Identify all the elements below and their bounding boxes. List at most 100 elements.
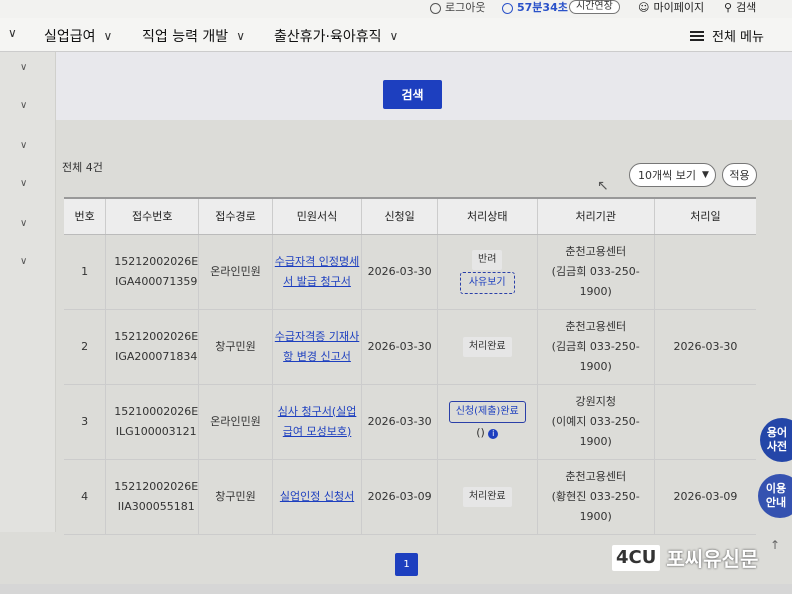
row-number: 1 <box>64 234 106 310</box>
col-header: 번호 <box>64 197 106 235</box>
top-search-link[interactable]: ⚲ 검색 <box>724 0 756 16</box>
org-name: 강원지청 <box>575 394 616 408</box>
apply-date: 2026-03-30 <box>361 384 438 460</box>
search-button[interactable]: 검색 <box>383 80 442 109</box>
clock-icon <box>502 2 513 14</box>
chevron-down-icon[interactable]: ∨ <box>20 218 27 229</box>
form-link-line[interactable]: 실업인정 신청서 <box>273 487 361 507</box>
status-cell: 처리완료 <box>436 459 537 535</box>
receipt-number: 15210002026E ILG100003121 <box>105 384 199 460</box>
page-size-select[interactable]: 10개씩 보기 ▼ <box>629 163 716 187</box>
form-link[interactable]: 심사 청구서(실업 급여 모성보호) <box>271 384 362 460</box>
org-contact: 1900) <box>579 359 612 373</box>
status-cell: 반려 사유보기 <box>436 234 537 310</box>
col-header: 민원서식 <box>271 197 362 235</box>
logout-link[interactable]: 로그아웃 <box>430 0 485 16</box>
row-number: 4 <box>64 459 106 535</box>
col-header: 처리상태 <box>436 197 537 235</box>
org-contact: (황현진 033-250- <box>551 489 640 503</box>
status-cell: 처리완료 <box>436 309 537 385</box>
mypage-link[interactable]: ☺ 마이페이지 <box>638 0 704 16</box>
pagination-page-current[interactable]: 1 <box>395 553 418 576</box>
form-link-line[interactable]: 급여 모성보호) <box>273 422 361 442</box>
nav-item-parental-leave[interactable]: 출산휴가·육아휴직 ∨ <box>274 26 398 46</box>
watermark-text: 포씨유신문 <box>666 547 759 571</box>
processed-date <box>653 234 756 310</box>
form-link[interactable]: 실업인정 신청서 <box>271 459 362 535</box>
form-link-line[interactable]: 수급자격 인정명세 <box>273 252 361 272</box>
form-link-line[interactable]: 항 변경 신고서 <box>273 347 361 367</box>
apply-date: 2026-03-30 <box>361 309 438 385</box>
nav-item-label: 출산휴가·육아휴직 <box>274 29 382 45</box>
guide-label: 안내 <box>765 496 787 509</box>
all-menu-button[interactable]: 전체 메뉴 <box>690 26 764 45</box>
page-size-value: 10개씩 보기 <box>638 169 696 182</box>
processing-org: 춘천고용센터 (황현진 033-250- 1900) <box>536 459 655 535</box>
left-side-panel: ∨ ∨ ∨ ∨ ∨ ∨ <box>0 52 56 532</box>
nav-expand-toggle[interactable]: ∨ <box>8 26 17 40</box>
view-reason-button[interactable]: 사유보기 <box>459 272 515 294</box>
main-nav: ∨ 실업급여 ∨ 직업 능력 개발 ∨ 출산휴가·육아휴직 ∨ 전체 메뉴 <box>0 18 792 52</box>
receipt-route: 온라인민원 <box>198 384 273 460</box>
info-icon[interactable]: i <box>488 428 499 439</box>
receipt-number-line: IGA200071834 <box>115 349 198 363</box>
processed-date: 2026-03-09 <box>653 459 756 535</box>
chevron-down-icon[interactable]: ∨ <box>20 62 27 73</box>
form-link-line[interactable]: 심사 청구서(실업 <box>273 402 361 422</box>
chevron-down-icon: ▼ <box>701 170 709 180</box>
guide-float-button[interactable]: 이용 안내 <box>758 474 792 518</box>
org-contact: 1900) <box>579 434 612 448</box>
nav-item-label: 직업 능력 개발 <box>142 29 229 45</box>
logout-label: 로그아웃 <box>445 1 486 14</box>
form-link-line[interactable]: 수급자격증 기재사 <box>273 327 361 347</box>
status-badge: 처리완료 <box>462 487 512 507</box>
col-header: 접수번호 <box>105 197 199 235</box>
search-label: 검색 <box>736 1 757 14</box>
nav-item-unemployment[interactable]: 실업급여 ∨ <box>44 26 112 46</box>
table-row: 3 15210002026E ILG100003121 온라인민원 심사 청구서… <box>64 384 756 460</box>
apply-date: 2026-03-30 <box>361 234 438 310</box>
hamburger-icon <box>690 30 704 41</box>
chevron-down-icon: ∨ <box>103 29 113 43</box>
user-icon: ☺ <box>638 1 650 14</box>
col-header: 처리기관 <box>536 197 655 235</box>
apply-date: 2026-03-09 <box>361 459 438 535</box>
scroll-top-icon[interactable]: ↑ <box>770 538 780 552</box>
nav-item-training[interactable]: 직업 능력 개발 ∨ <box>142 26 245 46</box>
table-row: 4 15212002026E IIA300055181 창구민원 실업인정 신청… <box>64 459 756 535</box>
col-header: 신청일 <box>361 197 438 235</box>
extend-session-button[interactable]: 시간연장 <box>569 0 620 14</box>
form-link[interactable]: 수급자격증 기재사 항 변경 신고서 <box>271 309 362 385</box>
receipt-number-line: 15212002026E <box>114 254 199 268</box>
row-number: 3 <box>64 384 106 460</box>
submitted-status-button[interactable]: 신청(제출)완료 <box>448 400 526 423</box>
org-contact: 1900) <box>579 509 612 523</box>
receipt-number-line: IGA400071359 <box>115 274 198 288</box>
receipt-route: 창구민원 <box>198 459 273 535</box>
glossary-label: 용어 <box>766 426 788 439</box>
chevron-down-icon[interactable]: ∨ <box>20 100 27 111</box>
form-link[interactable]: 수급자격 인정명세 서 발급 청구서 <box>271 234 362 310</box>
chevron-down-icon[interactable]: ∨ <box>20 178 27 189</box>
processing-org: 춘천고용센터 (김금희 033-250- 1900) <box>536 309 655 385</box>
nav-item-label: 실업급여 <box>44 29 96 45</box>
receipt-number: 15212002026E IGA200071834 <box>105 309 199 385</box>
col-header: 접수경로 <box>198 197 273 235</box>
form-link-line[interactable]: 서 발급 청구서 <box>273 272 361 292</box>
chevron-down-icon: ∨ <box>389 29 399 43</box>
receipt-number-line: 15212002026E <box>114 479 199 493</box>
processed-date: 2026-03-30 <box>653 309 756 385</box>
mouse-cursor-icon: ↖ <box>597 178 609 194</box>
table-header-row: 번호 접수번호 접수경로 민원서식 신청일 처리상태 처리기관 처리일 <box>64 197 756 235</box>
table-row: 2 15212002026E IGA200071834 창구민원 수급자격증 기… <box>64 309 756 385</box>
org-name: 춘천고용센터 <box>565 469 627 483</box>
processed-date <box>653 384 756 460</box>
apply-button[interactable]: 적용 <box>722 163 757 187</box>
chevron-down-icon[interactable]: ∨ <box>20 140 27 151</box>
receipt-number-line: ILG100003121 <box>115 424 197 438</box>
glossary-float-button[interactable]: 용어 사전 <box>760 418 792 462</box>
receipt-number: 15212002026E IGA400071359 <box>105 234 199 310</box>
org-name: 춘천고용센터 <box>565 319 627 333</box>
org-contact: (김금희 033-250- <box>551 339 640 353</box>
chevron-down-icon[interactable]: ∨ <box>20 256 27 267</box>
